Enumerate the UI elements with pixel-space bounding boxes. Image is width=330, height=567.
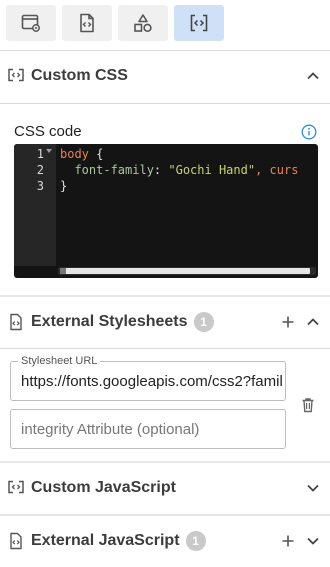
count-badge: 1 [185, 531, 206, 551]
code-line: } [60, 178, 67, 194]
tab-custom-code[interactable] [174, 5, 224, 41]
custom-javascript-header[interactable]: Custom JavaScript [0, 463, 330, 513]
tab-code-file[interactable] [62, 5, 112, 41]
tab-page-settings[interactable] [6, 5, 56, 41]
section-title: Custom CSS [31, 67, 128, 84]
scrollbar-thumb[interactable] [60, 268, 310, 274]
fold-arrow-icon[interactable] [46, 149, 52, 153]
shapes-icon [134, 14, 152, 32]
add-icon[interactable] [281, 534, 295, 548]
code-file-icon [10, 532, 22, 550]
scrollbar-cap [60, 268, 66, 274]
line-number-gutter: 1 2 3 [14, 144, 56, 266]
line-number: 3 [36, 179, 44, 193]
chevron-down-icon[interactable] [305, 533, 321, 549]
count-badge: 1 [193, 312, 214, 332]
add-icon[interactable] [281, 315, 295, 329]
custom-css-header[interactable]: Custom CSS [0, 51, 330, 101]
css-brace: { [88, 147, 104, 161]
code-file-icon [80, 13, 94, 33]
code-line: body { [60, 146, 103, 162]
css-string: "Gochi Hand" [168, 163, 256, 177]
code-file-icon [10, 313, 22, 331]
divider [0, 348, 330, 349]
css-property: font-family [60, 163, 154, 177]
integrity-field[interactable] [10, 409, 286, 449]
section-title-text: External JavaScript [31, 532, 180, 550]
line-number: 1 [36, 147, 44, 161]
panel-tab-bar [0, 0, 330, 51]
section-title: External JavaScript 1 [31, 531, 206, 551]
code-braces-icon [190, 14, 208, 32]
divider [0, 103, 330, 104]
stylesheet-url-input[interactable] [21, 362, 283, 400]
code-area[interactable]: body { font-family: "Gochi Hand", curs } [60, 144, 318, 264]
external-javascript-header[interactable]: External JavaScript 1 [0, 516, 330, 566]
css-colon: : [153, 163, 169, 177]
css-selector: body [60, 147, 89, 161]
integrity-input[interactable] [21, 410, 283, 448]
tab-shapes[interactable] [118, 5, 168, 41]
chevron-down-icon[interactable] [305, 480, 321, 496]
chevron-up-icon[interactable] [305, 314, 321, 330]
css-code-label: CSS code [14, 123, 82, 140]
css-brace: } [60, 179, 68, 193]
section-title: External Stylesheets 1 [31, 312, 214, 332]
stylesheet-url-field[interactable]: Stylesheet URL [10, 354, 286, 401]
external-stylesheets-header[interactable]: External Stylesheets 1 [0, 297, 330, 347]
css-code-editor[interactable]: 1 2 3 body { font-family: "Gochi Hand", … [14, 144, 318, 278]
css-code-icon [8, 68, 24, 82]
chevron-up-icon[interactable] [305, 68, 321, 84]
info-icon[interactable] [301, 124, 317, 140]
section-title-text: External Stylesheets [31, 313, 188, 331]
code-line: font-family: "Gochi Hand", curs [60, 162, 298, 178]
css-value-rest: , curs [255, 163, 299, 177]
window-settings-icon [21, 14, 40, 32]
trash-icon[interactable] [301, 397, 315, 413]
js-code-icon [8, 480, 24, 494]
line-number: 2 [36, 163, 44, 177]
section-title: Custom JavaScript [31, 479, 176, 496]
horizontal-scrollbar[interactable] [58, 267, 316, 275]
